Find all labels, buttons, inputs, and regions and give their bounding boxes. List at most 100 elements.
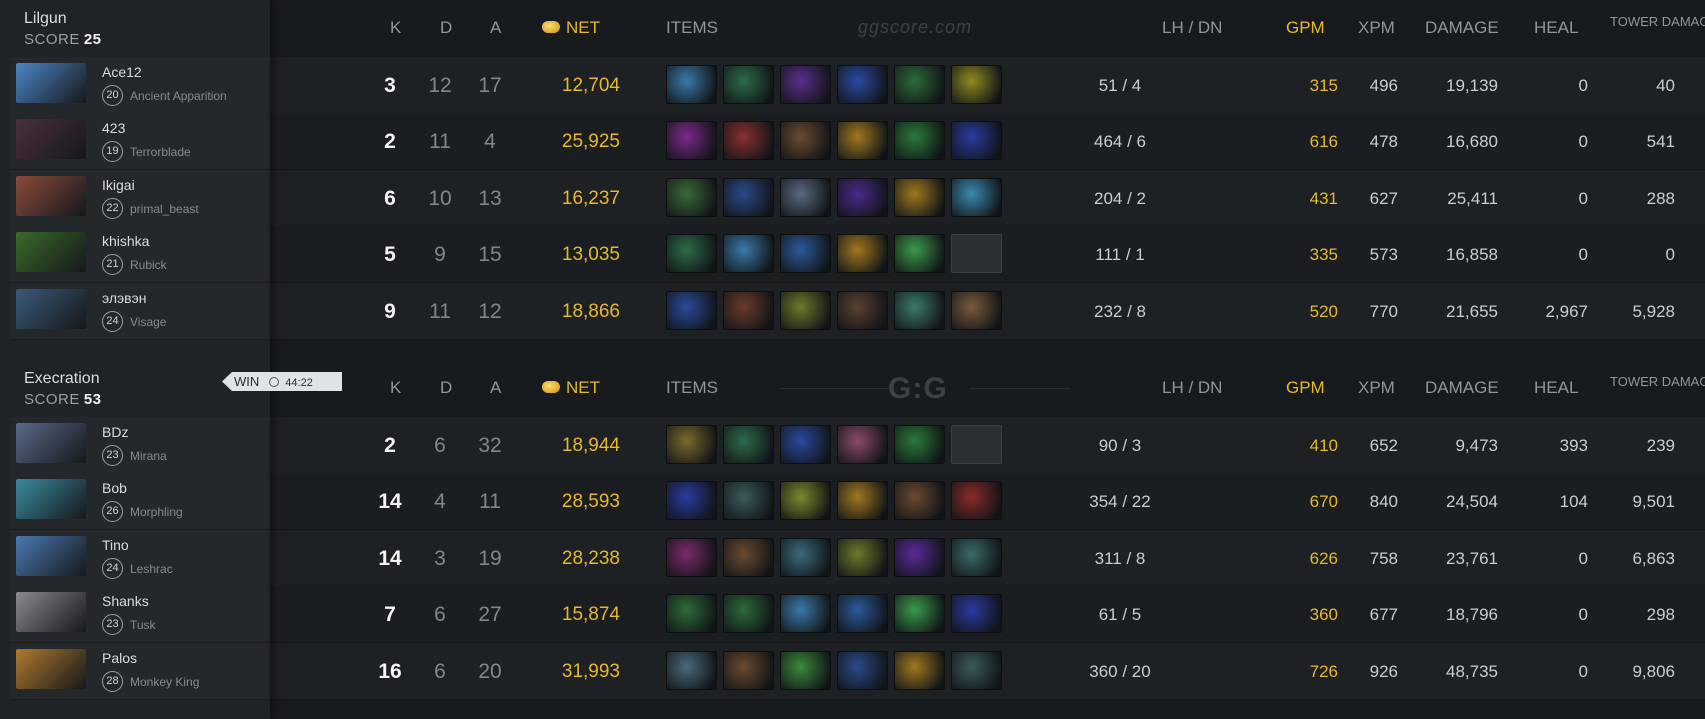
gpm: 335 <box>1309 245 1338 264</box>
team-name: Lilgun <box>24 10 67 27</box>
item-icon[interactable] <box>666 594 717 633</box>
item-icon[interactable] <box>837 594 888 633</box>
header-lh-dn: LH / DN <box>1162 378 1223 397</box>
player-card[interactable]: Shanks 23 Tusk <box>10 586 268 643</box>
hero-name: primal_beast <box>130 202 199 216</box>
heal: 0 <box>1578 549 1588 568</box>
item-icon[interactable] <box>780 594 831 633</box>
deaths: 12 <box>428 74 452 97</box>
hero-name: Visage <box>130 315 167 329</box>
item-icon[interactable] <box>780 538 831 577</box>
item-icon[interactable] <box>951 481 1002 520</box>
damage: 9,473 <box>1455 436 1498 455</box>
item-icon[interactable] <box>780 425 831 464</box>
item-icon[interactable] <box>666 178 717 217</box>
item-icon[interactable] <box>894 651 945 690</box>
item-icon[interactable] <box>780 121 831 160</box>
item-icon[interactable] <box>723 178 774 217</box>
item-icon[interactable] <box>723 594 774 633</box>
item-icon[interactable] <box>894 178 945 217</box>
item-icon[interactable] <box>894 65 945 104</box>
item-icon[interactable] <box>780 291 831 330</box>
player-card[interactable]: Bob 26 Morphling <box>10 473 268 530</box>
item-icon[interactable] <box>723 651 774 690</box>
item-icon[interactable] <box>723 65 774 104</box>
player-card[interactable]: Palos 28 Monkey King <box>10 643 268 700</box>
player-card[interactable]: Ace12 20 Ancient Apparition <box>10 57 268 114</box>
item-icon[interactable] <box>951 651 1002 690</box>
item-icon[interactable] <box>666 121 717 160</box>
item-icon[interactable] <box>666 65 717 104</box>
item-icon[interactable] <box>780 651 831 690</box>
player-name: BDz <box>102 424 129 440</box>
damage: 25,411 <box>1447 189 1498 208</box>
item-icon[interactable] <box>837 178 888 217</box>
header-heal: HEAL <box>1534 378 1579 397</box>
item-icon[interactable] <box>894 121 945 160</box>
hero-name: Monkey King <box>130 675 200 689</box>
player-name: Bob <box>102 480 127 496</box>
item-icon[interactable] <box>894 234 945 273</box>
xpm: 627 <box>1369 189 1398 208</box>
empty-item-slot <box>951 425 1002 464</box>
header-lh-dn: LH / DN <box>1162 18 1223 37</box>
item-icon[interactable] <box>837 291 888 330</box>
item-icon[interactable] <box>723 234 774 273</box>
heal: 393 <box>1559 436 1588 455</box>
networth: 16,237 <box>561 188 620 209</box>
player-card[interactable]: Tino 24 Leshrac <box>10 530 268 587</box>
item-icon[interactable] <box>837 481 888 520</box>
last-hits-denies: 232 / 8 <box>1094 302 1146 321</box>
item-icon[interactable] <box>951 65 1002 104</box>
item-icon[interactable] <box>894 425 945 464</box>
item-icon[interactable] <box>780 65 831 104</box>
item-icon[interactable] <box>837 234 888 273</box>
item-icon[interactable] <box>837 538 888 577</box>
item-icon[interactable] <box>723 291 774 330</box>
last-hits-denies: 61 / 5 <box>1098 605 1142 624</box>
player-card[interactable]: Ikigai 22 primal_beast <box>10 170 268 227</box>
gpm: 410 <box>1309 436 1338 455</box>
item-icon[interactable] <box>951 594 1002 633</box>
damage: 21,655 <box>1446 302 1498 321</box>
item-icon[interactable] <box>894 538 945 577</box>
item-icon[interactable] <box>723 538 774 577</box>
player-card[interactable]: BDz 23 Mirana <box>10 417 268 474</box>
hero-name: Terrorblade <box>130 145 191 159</box>
item-icon[interactable] <box>666 651 717 690</box>
item-icon[interactable] <box>837 651 888 690</box>
item-icon[interactable] <box>780 178 831 217</box>
item-icon[interactable] <box>951 291 1002 330</box>
item-icon[interactable] <box>780 234 831 273</box>
hero-name: Morphling <box>130 505 183 519</box>
item-icon[interactable] <box>666 425 717 464</box>
item-icon[interactable] <box>666 291 717 330</box>
networth: 28,238 <box>561 548 620 569</box>
item-icon[interactable] <box>723 425 774 464</box>
player-card[interactable]: 423 19 Terrorblade <box>10 113 268 170</box>
item-icon[interactable] <box>666 234 717 273</box>
item-icon[interactable] <box>666 538 717 577</box>
header-networth: NET <box>542 0 600 56</box>
item-icon[interactable] <box>894 594 945 633</box>
item-icon[interactable] <box>894 481 945 520</box>
item-icon[interactable] <box>780 481 831 520</box>
tower-damage: 40 <box>1656 76 1675 95</box>
item-icon[interactable] <box>723 121 774 160</box>
item-icon[interactable] <box>837 121 888 160</box>
item-icon[interactable] <box>951 538 1002 577</box>
item-icon[interactable] <box>723 481 774 520</box>
deaths: 6 <box>434 434 446 457</box>
header-gpm: GPM <box>1286 378 1325 397</box>
item-icon[interactable] <box>894 291 945 330</box>
player-card[interactable]: khishka 21 Rubick <box>10 226 268 283</box>
item-icon[interactable] <box>951 178 1002 217</box>
item-icon[interactable] <box>666 481 717 520</box>
player-level: 22 <box>102 198 123 219</box>
item-icon[interactable] <box>951 121 1002 160</box>
header-assists: A <box>490 18 502 37</box>
item-icon[interactable] <box>837 65 888 104</box>
kills: 7 <box>384 603 396 626</box>
player-card[interactable]: элэвэн 24 Visage <box>10 283 268 340</box>
item-icon[interactable] <box>837 425 888 464</box>
